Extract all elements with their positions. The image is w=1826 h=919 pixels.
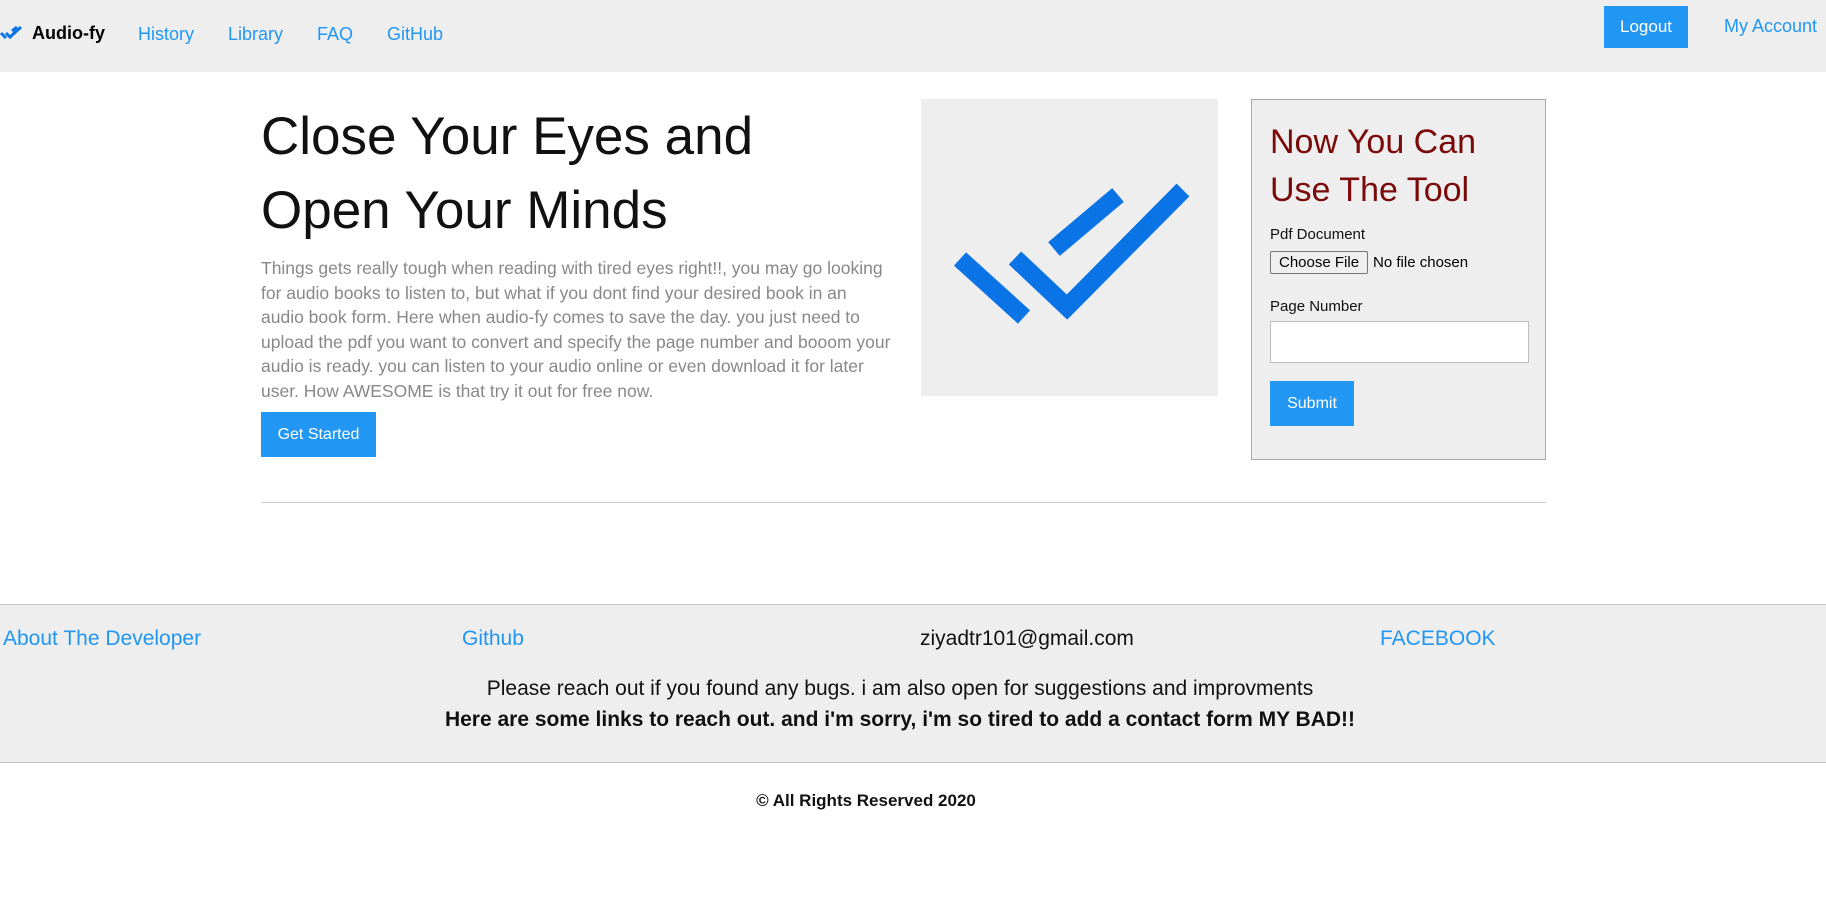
about-developer-link[interactable]: About The Developer (3, 627, 201, 651)
footer-github-link[interactable]: Github (462, 627, 524, 651)
copyright: © All Rights Reserved 2020 (756, 791, 976, 810)
brand-name: Audio-fy (32, 22, 105, 43)
hero-description: Things gets really tough when reading wi… (261, 258, 891, 401)
hero-title: Close Your Eyes and Open Your Minds (261, 100, 821, 248)
hero-image (921, 99, 1218, 396)
logout-button[interactable]: Logout (1604, 6, 1688, 48)
page-number-label: Page Number (1270, 298, 1363, 315)
choose-file-button[interactable]: Choose File (1270, 251, 1369, 274)
nav-link-faq[interactable]: FAQ (317, 24, 353, 45)
facebook-link[interactable]: FACEBOOK (1380, 627, 1496, 651)
nav-link-history[interactable]: History (138, 24, 194, 45)
tool-title: Now You Can Use The Tool (1270, 123, 1477, 209)
tool-panel: Now You Can Use The Tool Pdf Document Ch… (1251, 99, 1546, 460)
file-status: No file chosen (1373, 254, 1469, 271)
my-account-link[interactable]: My Account (1724, 16, 1817, 37)
double-check-icon (953, 183, 1190, 324)
nav-link-library[interactable]: Library (228, 24, 283, 45)
top-navbar: Audio-fy History Library FAQ GitHub Logo… (0, 0, 1826, 72)
footer: About The Developer Github ziyadtr101@gm… (0, 604, 1826, 763)
pdf-document-label: Pdf Document (1270, 226, 1366, 243)
submit-button[interactable]: Submit (1270, 381, 1354, 426)
hero-title-line1: Close Your Eyes and (261, 107, 754, 166)
contact-email: ziyadtr101@gmail.com (920, 627, 1134, 650)
footer-message: Please reach out if you found any bugs. … (486, 677, 1314, 700)
get-started-button[interactable]: Get Started (261, 412, 376, 457)
footer-message-bold: Here are some links to reach out. and i'… (444, 708, 1356, 731)
page-number-input[interactable] (1270, 321, 1529, 363)
nav-link-github[interactable]: GitHub (387, 24, 443, 45)
pdf-file-input[interactable]: Choose File No file chosen (1270, 251, 1468, 274)
brand[interactable]: Audio-fy (0, 20, 105, 46)
double-check-icon (0, 25, 23, 40)
section-divider (261, 502, 1546, 503)
hero-title-line2: Open Your Minds (261, 181, 668, 240)
